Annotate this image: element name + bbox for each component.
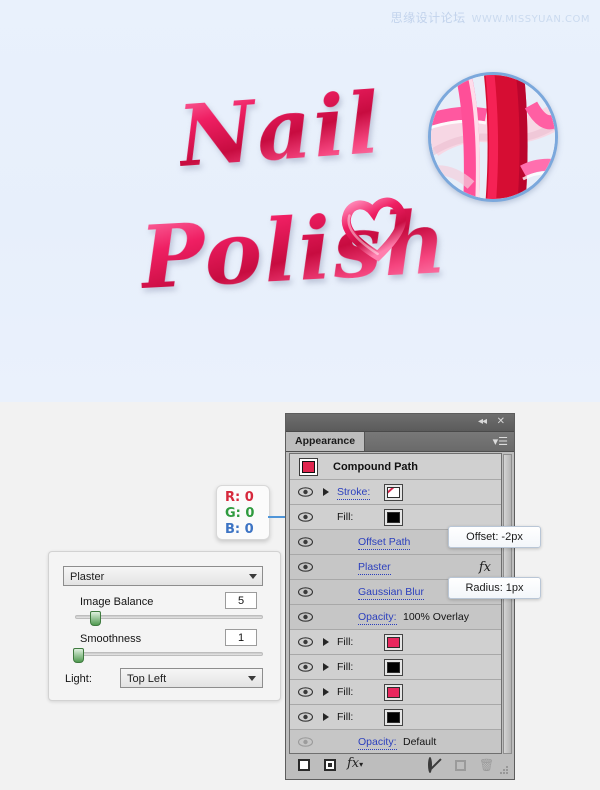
add-new-stroke-button[interactable] <box>298 759 310 771</box>
magnified-stroke-art <box>431 75 555 199</box>
visibility-eye-icon[interactable] <box>298 562 313 572</box>
row-label-fill-2[interactable]: Fill: <box>337 661 353 673</box>
effect-select[interactable]: Plaster <box>63 566 263 586</box>
artwork-canvas: 思缘设计论坛 WWW.MISSYUAN.COM Nail Polish <box>0 0 600 402</box>
disclosure-triangle-icon[interactable] <box>323 638 329 646</box>
resize-grip[interactable] <box>500 766 508 774</box>
disclosure-triangle-icon[interactable] <box>323 663 329 671</box>
object-thumbnail <box>299 458 318 476</box>
delete-item-icon[interactable]: 🗑 <box>479 759 494 771</box>
visibility-eye-icon-disabled[interactable] <box>298 737 313 747</box>
fill-3-swatch[interactable] <box>384 684 403 701</box>
rgb-blue-value: B: 0 <box>225 522 254 537</box>
watermark-url: WWW.MISSYUAN.COM <box>471 14 590 25</box>
fill-main-swatch[interactable] <box>384 509 403 526</box>
visibility-eye-icon[interactable] <box>298 637 313 647</box>
appearance-object-header: Compound Path <box>290 454 501 480</box>
fill-4-swatch[interactable] <box>384 709 403 726</box>
smoothness-slider-thumb[interactable] <box>73 648 84 663</box>
callout-radius-value: Radius: 1px <box>448 577 541 599</box>
tab-appearance[interactable]: Appearance <box>286 432 366 451</box>
effect-select-value: Plaster <box>70 571 105 583</box>
smoothness-value[interactable]: 1 <box>225 629 257 646</box>
smoothness-label: Smoothness <box>80 633 142 645</box>
magnifier-content <box>431 75 555 199</box>
row-label-plaster[interactable]: Plaster <box>358 561 391 575</box>
smoothness-slider-track[interactable] <box>75 652 263 656</box>
row-value-opacity-default: Default <box>403 736 437 748</box>
row-label-opacity-default[interactable]: Opacity: <box>358 736 397 750</box>
visibility-eye-icon[interactable] <box>298 587 313 597</box>
rgb-green-value: G: 0 <box>225 506 255 521</box>
row-label-gaussian-blur[interactable]: Gaussian Blur <box>358 586 424 600</box>
disclosure-triangle-icon[interactable] <box>323 488 329 496</box>
plaster-effect-dialog: Plaster Image Balance 5 Smoothness 1 Lig… <box>48 551 281 701</box>
light-direction-select[interactable]: Top Left <box>120 668 263 688</box>
image-balance-slider-thumb[interactable] <box>90 611 101 626</box>
row-label-offset-path[interactable]: Offset Path <box>358 536 411 550</box>
row-label-fill-3[interactable]: Fill: <box>337 686 353 698</box>
appearance-row-fill-3[interactable]: Fill: <box>290 680 501 705</box>
artwork-word-nail: Nail <box>174 73 385 186</box>
appearance-row-opacity-overlay[interactable]: Opacity: 100% Overlay <box>290 605 501 630</box>
visibility-eye-icon[interactable] <box>298 662 313 672</box>
visibility-eye-icon[interactable] <box>298 612 313 622</box>
panel-menu-icon[interactable]: ▾☰ <box>493 436 508 447</box>
disclosure-triangle-icon[interactable] <box>323 713 329 721</box>
callout-offset-value: Offset: -2px <box>448 526 541 548</box>
stroke-swatch[interactable] <box>384 484 403 501</box>
clear-appearance-button[interactable] <box>428 757 432 773</box>
chevron-down-icon <box>248 676 256 681</box>
disclosure-triangle-icon[interactable] <box>323 688 329 696</box>
appearance-row-stroke[interactable]: Stroke: <box>290 480 501 505</box>
fx-icon[interactable]: fx <box>479 560 491 575</box>
object-title: Compound Path <box>333 461 418 473</box>
row-label-fill-4[interactable]: Fill: <box>337 711 353 723</box>
row-label-stroke[interactable]: Stroke: <box>337 486 371 500</box>
watermark: 思缘设计论坛 WWW.MISSYUAN.COM <box>391 9 590 26</box>
heart-ornament-icon <box>341 197 407 262</box>
add-new-fill-button[interactable] <box>324 759 336 771</box>
rgb-color-tooltip: R: 0 G: 0 B: 0 <box>216 485 270 540</box>
watermark-chinese: 思缘设计论坛 <box>390 11 466 25</box>
visibility-eye-icon[interactable] <box>298 537 313 547</box>
panel-scrollbar[interactable] <box>503 454 512 754</box>
panel-titlebar: ◂◂ ✕ <box>286 414 514 432</box>
image-balance-label: Image Balance <box>80 596 154 608</box>
appearance-row-opacity-default[interactable]: Opacity: Default <box>290 730 501 753</box>
close-icon[interactable]: ✕ <box>497 417 505 427</box>
appearance-row-fill-2[interactable]: Fill: <box>290 655 501 680</box>
visibility-eye-icon[interactable] <box>298 487 313 497</box>
image-balance-slider-track[interactable] <box>75 615 263 619</box>
visibility-eye-icon[interactable] <box>298 687 313 697</box>
fill-2-swatch[interactable] <box>384 659 403 676</box>
visibility-eye-icon[interactable] <box>298 512 313 522</box>
collapse-icon[interactable]: ◂◂ <box>478 417 487 427</box>
row-label-opacity-overlay[interactable]: Opacity: <box>358 611 397 625</box>
magnifier-zoom-circle <box>428 72 558 202</box>
row-label-fill-1[interactable]: Fill: <box>337 636 353 648</box>
appearance-row-fill-4[interactable]: Fill: <box>290 705 501 730</box>
row-value-opacity-overlay: 100% Overlay <box>403 611 469 623</box>
panel-footer-toolbar: fx▾ 🗑 <box>289 755 511 777</box>
scrollbar-thumb[interactable] <box>504 455 511 753</box>
appearance-row-fill-1[interactable]: Fill: <box>290 630 501 655</box>
row-label-fill-main[interactable]: Fill: <box>337 511 353 523</box>
rgb-red-value: R: 0 <box>225 490 254 505</box>
add-effect-fx-button[interactable]: fx▾ <box>347 756 363 771</box>
light-label: Light: <box>65 673 92 685</box>
fill-1-swatch[interactable] <box>384 634 403 651</box>
visibility-eye-icon[interactable] <box>298 712 313 722</box>
duplicate-item-button[interactable] <box>455 760 466 771</box>
panel-tabbar: Appearance ▾☰ <box>286 432 514 452</box>
light-select-value: Top Left <box>127 673 167 685</box>
chevron-down-icon <box>249 574 257 579</box>
appearance-list: Compound Path Stroke: Fill: Offset Path <box>289 453 502 754</box>
image-balance-value[interactable]: 5 <box>225 592 257 609</box>
